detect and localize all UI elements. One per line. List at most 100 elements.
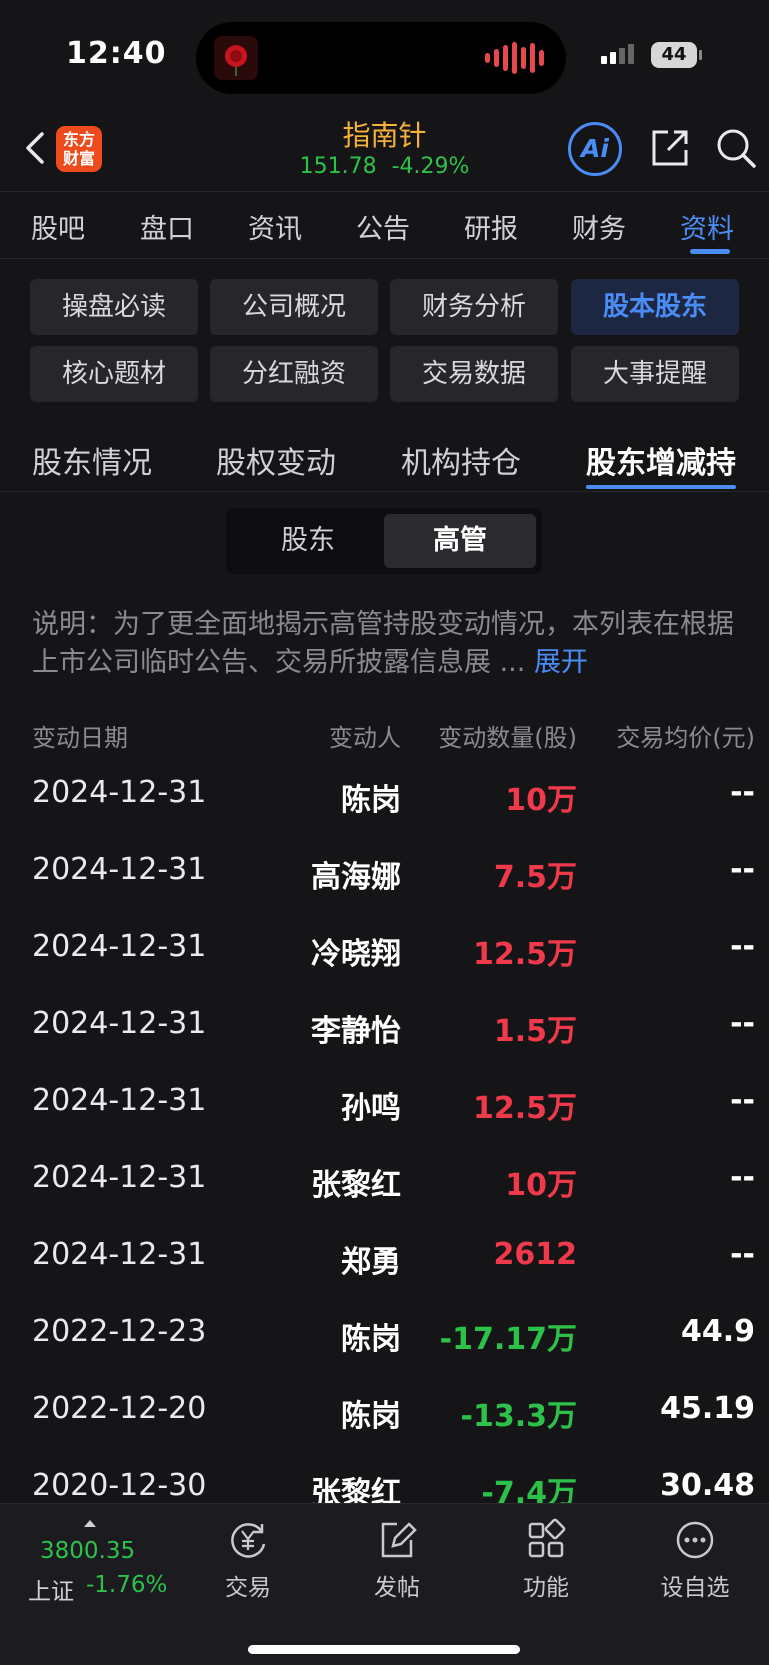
more-icon (676, 1521, 714, 1559)
subtab-holding-changes[interactable]: 股东增减持 (586, 438, 736, 482)
nav-add-watchlist[interactable]: 设自选 (645, 1518, 745, 1602)
segment-shareholders[interactable]: 股东 (232, 514, 384, 568)
segment-executives[interactable]: 高管 (384, 514, 536, 568)
table-header: 变动日期 变动人 变动数量(股) 交易均价(元) (0, 718, 769, 752)
col-date[interactable]: 变动日期 (32, 718, 128, 753)
tab-research[interactable]: 研报 (464, 207, 518, 246)
status-time: 12:40 (66, 36, 167, 71)
tab-finance[interactable]: 财务 (572, 207, 626, 246)
grid-icon (528, 1518, 566, 1558)
tab-announcements[interactable]: 公告 (356, 207, 410, 246)
cell-price: 44.9 (680, 1314, 755, 1349)
cell-date: 2024-12-31 (32, 1006, 207, 1041)
cell-price: 30.48 (660, 1468, 755, 1503)
table-row[interactable]: 2024-12-31 冷晓翔 12.5万 -- (0, 929, 769, 1006)
cell-price: -- (730, 775, 755, 810)
cell-quantity: 7.5万 (493, 860, 577, 895)
cell-person: 陈岗 (341, 783, 401, 818)
bottom-nav: 3800.35 上证 -1.76% 交易 发帖 功能 设自选 (0, 1503, 769, 1665)
col-person[interactable]: 变动人 (329, 718, 401, 753)
stock-header: 东方财富 指南针 151.78 -4.29% Ai (0, 112, 769, 192)
holder-type-segment: 股东 高管 (226, 508, 542, 574)
subtab-equity-change[interactable]: 股权变动 (216, 438, 336, 482)
cell-person: 高海娜 (311, 860, 401, 895)
table-row[interactable]: 2024-12-31 郑勇 2612 -- (0, 1237, 769, 1314)
cell-person: 孙鸣 (341, 1091, 401, 1126)
section-dividends[interactable]: 分红融资 (210, 346, 378, 402)
search-button[interactable] (714, 126, 758, 170)
cell-date: 2024-12-31 (32, 1160, 207, 1195)
index-name: 上证 (28, 1579, 74, 1605)
table-row[interactable]: 2024-12-31 陈岗 10万 -- (0, 775, 769, 852)
cell-price: -- (730, 852, 755, 887)
tab-pankou[interactable]: 盘口 (140, 207, 194, 246)
share-button[interactable] (648, 126, 692, 170)
cell-price: -- (730, 1237, 755, 1272)
home-indicator[interactable] (248, 1645, 520, 1654)
dynamic-island[interactable] (196, 22, 566, 94)
note-text: 说明：为了更全面地揭示高管持股变动情况，本列表在根据上市公司临时公告、交易所披露… (32, 609, 734, 678)
subtab-institutional-holdings[interactable]: 机构持仓 (401, 438, 521, 482)
cell-price: 45.19 (660, 1391, 755, 1426)
col-quantity[interactable]: 变动数量(股) (438, 718, 577, 753)
index-change: -1.76% (86, 1572, 168, 1598)
section-shareholders[interactable]: 股本股东 (571, 279, 739, 335)
audio-wave-icon (485, 42, 544, 74)
disclaimer-note: 说明：为了更全面地揭示高管持股变动情况，本列表在根据上市公司临时公告、交易所披露… (32, 606, 742, 682)
table-row[interactable]: 2022-12-23 陈岗 -17.17万 44.9 (0, 1314, 769, 1391)
index-ticker[interactable]: 3800.35 上证 -1.76% (22, 1512, 182, 1612)
subtab-shareholder-status[interactable]: 股东情况 (32, 438, 152, 482)
table-row[interactable]: 2024-12-31 李静怡 1.5万 -- (0, 1006, 769, 1083)
table-row[interactable]: 2022-12-20 陈岗 -13.3万 45.19 (0, 1391, 769, 1468)
nav-functions-label: 功能 (523, 1575, 569, 1601)
section-company-overview[interactable]: 公司概况 (210, 279, 378, 335)
cell-date: 2024-12-31 (32, 929, 207, 964)
nav-functions[interactable]: 功能 (496, 1518, 596, 1602)
search-icon (717, 129, 756, 168)
section-events[interactable]: 大事提醒 (571, 346, 739, 402)
cell-price: -- (730, 1083, 755, 1118)
nav-post-label: 发帖 (374, 1575, 420, 1601)
stock-price: 151.78 (299, 154, 377, 179)
nav-add-watchlist-label: 设自选 (660, 1575, 730, 1601)
section-core-themes[interactable]: 核心题材 (30, 346, 198, 402)
ai-button[interactable]: Ai (568, 122, 622, 176)
cell-person: 李静怡 (311, 1014, 401, 1049)
yen-cycle-icon (231, 1523, 266, 1558)
index-value: 3800.35 (40, 1538, 136, 1564)
tab-profile[interactable]: 资料 (680, 207, 734, 246)
nav-trade-label: 交易 (225, 1575, 271, 1601)
section-must-read[interactable]: 操盘必读 (30, 279, 198, 335)
table-row[interactable]: 2024-12-31 张黎红 10万 -- (0, 1160, 769, 1237)
cell-date: 2024-12-31 (32, 1237, 207, 1272)
signal-icon (601, 44, 634, 64)
cell-date: 2022-12-20 (32, 1391, 207, 1426)
cell-price: -- (730, 1006, 755, 1041)
stock-change: -4.29% (391, 154, 470, 179)
battery-cap (699, 50, 702, 60)
col-avg-price[interactable]: 交易均价(元) (616, 718, 755, 753)
status-bar: 12:40 44 (0, 0, 769, 112)
battery-icon: 44 (651, 42, 697, 68)
caret-up-icon (84, 1520, 96, 1527)
section-trading-data[interactable]: 交易数据 (390, 346, 558, 402)
cell-quantity: 12.5万 (472, 937, 577, 972)
table-row[interactable]: 2024-12-31 孙鸣 12.5万 -- (0, 1083, 769, 1160)
table-row[interactable]: 2024-12-31 高海娜 7.5万 -- (0, 852, 769, 929)
nav-post[interactable]: 发帖 (347, 1518, 447, 1602)
cell-quantity: -17.17万 (439, 1322, 577, 1357)
cell-quantity: 10万 (505, 1168, 577, 1203)
section-financial-analysis[interactable]: 财务分析 (390, 279, 558, 335)
cell-date: 2024-12-31 (32, 852, 207, 887)
tab-guba[interactable]: 股吧 (31, 207, 85, 246)
cell-quantity: 10万 (505, 783, 577, 818)
cell-quantity: 1.5万 (493, 1014, 577, 1049)
expand-link[interactable]: 展开 (534, 647, 588, 678)
tab-news[interactable]: 资讯 (248, 207, 302, 246)
nav-trade[interactable]: 交易 (198, 1518, 298, 1602)
cell-person: 张黎红 (311, 1168, 401, 1203)
cell-price: -- (730, 1160, 755, 1195)
cell-quantity: 12.5万 (472, 1091, 577, 1126)
cell-person: 冷晓翔 (311, 937, 401, 972)
cell-date: 2024-12-31 (32, 1083, 207, 1118)
